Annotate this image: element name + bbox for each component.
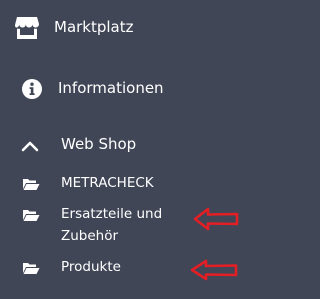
- sidebar-item-label: Informationen: [58, 79, 164, 97]
- sidebar-subitem-metracheck[interactable]: METRACHECK: [0, 172, 263, 194]
- sidebar-item-marktplatz[interactable]: Marktplatz: [0, 10, 263, 44]
- sidebar-item-label: Marktplatz: [54, 18, 134, 36]
- sidebar-subitem-label-line1: Ersatzteile und: [61, 206, 163, 222]
- sidebar-navigation: Marktplatz Informationen Web Shop METRAC…: [0, 0, 263, 299]
- sidebar-subitem-label: METRACHECK: [61, 175, 154, 191]
- sidebar-item-informationen[interactable]: Informationen: [0, 74, 263, 104]
- chevron-up-icon: [21, 138, 39, 152]
- info-circle-icon: [21, 78, 43, 100]
- folder-open-icon: [22, 207, 40, 221]
- folder-open-icon: [22, 260, 40, 274]
- store-icon: [14, 15, 40, 41]
- left-arrow-annotation: [192, 206, 240, 232]
- sidebar-subitem-label-line2: Zubehör: [61, 228, 119, 244]
- sidebar-subitem-label: Produkte: [61, 259, 121, 275]
- left-arrow-annotation: [189, 258, 239, 282]
- sidebar-item-label: Web Shop: [61, 135, 137, 153]
- folder-open-icon: [22, 176, 40, 190]
- sidebar-item-web-shop[interactable]: Web Shop: [0, 131, 263, 159]
